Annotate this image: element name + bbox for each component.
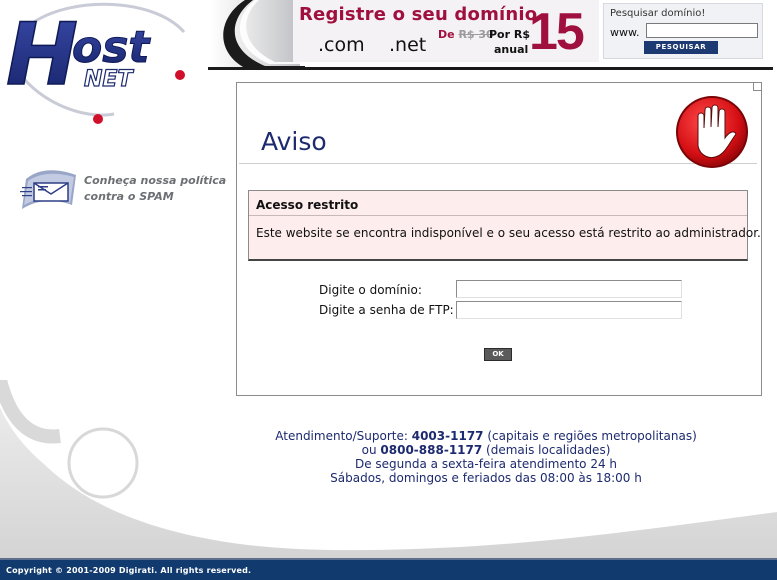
domain-search-box: Pesquisar domínio! www. PESQUISAR [603, 3, 763, 59]
spam-policy-line1: Conheça nossa política [84, 174, 227, 187]
svg-text:H: H [6, 5, 78, 105]
support-contact: Atendimento/Suporte: 4003-1177 (capitais… [236, 429, 736, 485]
support-phone-2: 0800-888-1177 [380, 443, 483, 457]
stop-hand-icon [676, 96, 748, 168]
domain-search-button[interactable]: PESQUISAR [644, 41, 718, 54]
spam-policy-line2: contra o SPAM [84, 190, 174, 203]
domain-field-label: Digite o domínio: [319, 283, 422, 297]
hostnet-logo[interactable]: H ost NET [4, 2, 199, 130]
hostnet-logo-graphic: H ost NET [5, 2, 186, 124]
svg-text:NET: NET [84, 67, 134, 92]
spam-policy-text: Conheça nossa política contra o SPAM [84, 173, 227, 205]
promo-price: 15 [529, 3, 585, 61]
domain-promo-banner[interactable]: Registre o seu domínio .com .net De R$ 3… [293, 0, 599, 62]
notice-panel: Aviso Acesso restrito Este website se en… [236, 82, 762, 396]
restricted-access-alert: Acesso restrito Este website se encontra… [248, 190, 761, 261]
ok-button[interactable]: OK [484, 348, 512, 361]
support-hours-weekend: Sábados, domingos e feriados das 08:00 à… [330, 471, 642, 485]
promo-title: Registre o seu domínio [299, 4, 538, 25]
header-baseline [208, 67, 773, 70]
spam-policy-link[interactable]: Conheça nossa política contra o SPAM [20, 165, 226, 215]
promo-tld-com: .com [318, 34, 365, 56]
domain-search-input[interactable] [646, 23, 758, 38]
svg-text:ost: ost [72, 22, 151, 73]
support-line-1: Atendimento/Suporte: 4003-1177 (capitais… [236, 429, 736, 443]
support-line-2: ou 0800-888-1177 (demais localidades) [236, 443, 736, 457]
page-title: Aviso [261, 127, 327, 156]
header: H ost NET Registre o seu domínio .com .n… [0, 0, 777, 124]
envelope-icon [20, 170, 76, 209]
domain-search-prefix: www. [610, 26, 640, 39]
promo-new-price-label: Por R$ [489, 28, 530, 41]
support-phone-1: 4003-1177 [411, 429, 484, 443]
copyright-text: Copyright © 2001-2009 Digirati. All righ… [6, 566, 252, 575]
header-swoosh-graphic [223, 0, 305, 68]
promo-period: anual [494, 43, 529, 56]
promo-old-price: De R$ 30 [438, 28, 494, 41]
support-prefix: Atendimento/Suporte: [275, 429, 408, 443]
promo-old-prefix: De [438, 28, 455, 41]
support-phone-2-note: (demais localidades) [486, 443, 611, 457]
domain-search-label: Pesquisar domínio! [610, 8, 706, 19]
alert-title: Acesso restrito [256, 198, 359, 212]
support-or: ou [361, 443, 377, 457]
panel-corner [753, 82, 762, 91]
promo-tld-net: .net [389, 34, 427, 56]
support-phone-1-note: (capitais e regiões metropolitanas) [487, 429, 697, 443]
domain-field[interactable] [456, 280, 682, 298]
ftp-password-label: Digite a senha de FTP: [319, 303, 454, 317]
support-hours-weekdays: De segunda a sexta-feira atendimento 24 … [354, 457, 618, 471]
ftp-password-field[interactable] [456, 301, 682, 319]
alert-divider [249, 215, 747, 216]
alert-message: Este website se encontra indisponível e … [256, 226, 761, 240]
